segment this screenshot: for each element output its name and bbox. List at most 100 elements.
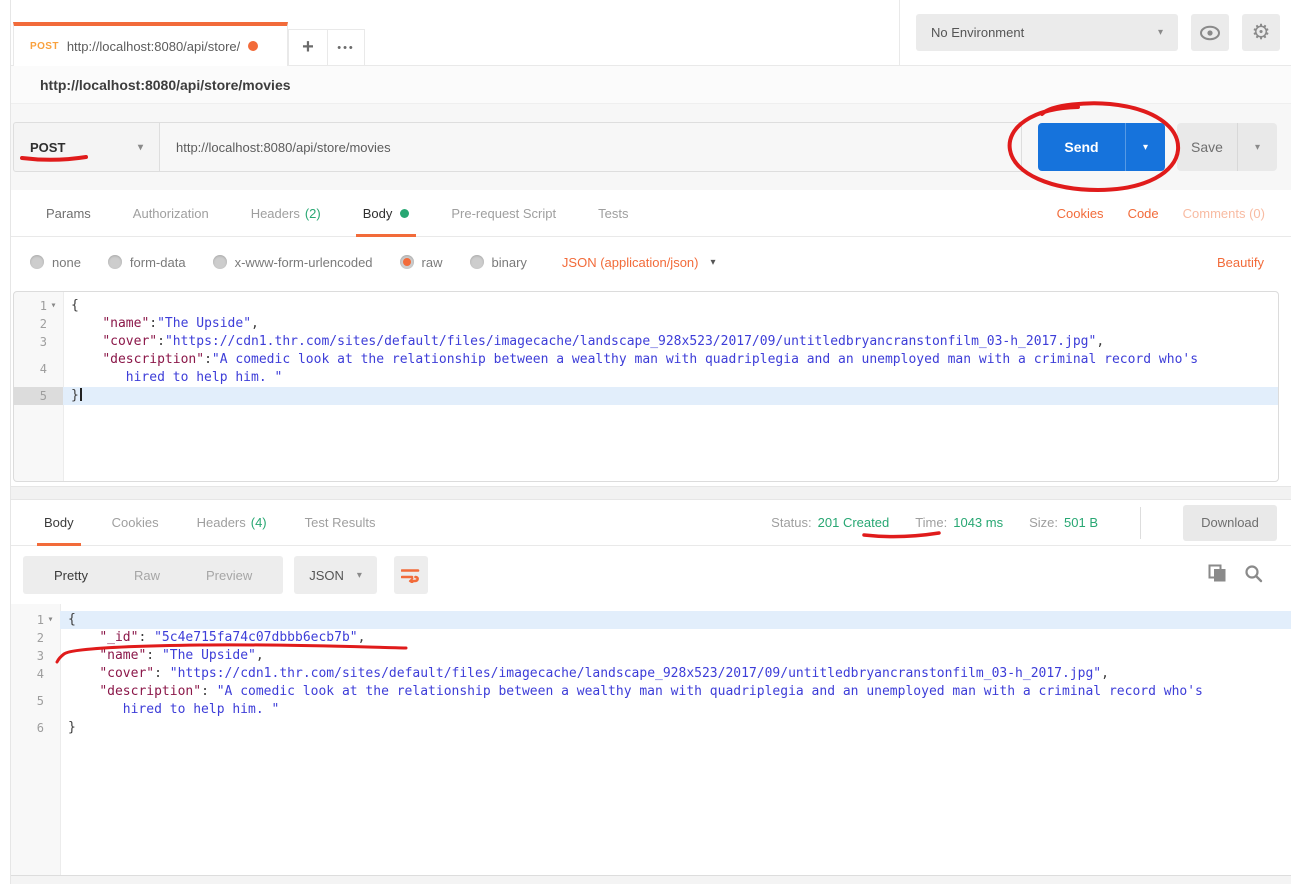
view-pretty[interactable]: Pretty xyxy=(31,568,111,583)
code-line-3[interactable]: 3 "name": "The Upside", xyxy=(11,647,1291,665)
view-raw[interactable]: Raw xyxy=(111,568,183,583)
request-tab-pre-request-script[interactable]: Pre-request Script xyxy=(430,190,577,236)
request-tab[interactable]: POST http://localhost:8080/api/store/ xyxy=(13,22,288,66)
response-body-viewer[interactable]: 1▾{2 "_id": "5c4e715fa74c07dbbb6ecb7b",3… xyxy=(11,604,1291,875)
radio-unselected-icon xyxy=(108,255,122,269)
text-cursor xyxy=(80,388,82,401)
wrap-lines-button[interactable] xyxy=(394,556,428,594)
body-mode-binary[interactable]: binary xyxy=(470,255,527,270)
tab-label: Test Results xyxy=(305,515,376,530)
response-actions xyxy=(1208,564,1291,586)
line-number: 5 xyxy=(14,387,63,405)
mode-label: none xyxy=(52,255,81,270)
settings-button[interactable]: ⚙ xyxy=(1242,14,1280,51)
view-preview[interactable]: Preview xyxy=(183,568,275,583)
body-mode-raw[interactable]: raw xyxy=(400,255,443,270)
tab-label: Pre-request Script xyxy=(451,206,556,221)
body-mode-row: none form-data x-www-form-urlencoded raw bin… xyxy=(11,237,1291,287)
header-right-controls: No Environment ▾ ⚙ xyxy=(899,0,1291,65)
line-number: 1▾ xyxy=(11,611,60,629)
code-line-2[interactable]: 2 "_id": "5c4e715fa74c07dbbb6ecb7b", xyxy=(11,629,1291,647)
body-set-dot-icon xyxy=(400,209,409,218)
request-tab-body[interactable]: Body xyxy=(342,190,431,236)
tab-label: Tests xyxy=(598,206,628,221)
section-divider[interactable] xyxy=(11,486,1291,500)
request-tab-params[interactable]: Params xyxy=(25,190,112,236)
code-text: "_id": "5c4e715fa74c07dbbb6ecb7b", xyxy=(60,629,1220,647)
postman-app: POST http://localhost:8080/api/store/ + … xyxy=(0,0,1291,884)
code-text: { xyxy=(63,297,1223,315)
save-options-button[interactable]: ▾ xyxy=(1237,123,1277,171)
code-line-4[interactable]: 4 "cover": "https://cdn1.thr.com/sites/d… xyxy=(11,665,1291,683)
chevron-down-icon: ▾ xyxy=(1255,142,1260,153)
environment-quick-look-button[interactable] xyxy=(1191,14,1229,51)
send-options-button[interactable]: ▾ xyxy=(1125,123,1165,171)
request-tab-authorization[interactable]: Authorization xyxy=(112,190,230,236)
body-mode-form-data[interactable]: form-data xyxy=(108,255,186,270)
more-tabs-button[interactable]: ••• xyxy=(327,29,365,66)
code-link[interactable]: Code xyxy=(1128,206,1159,221)
comments-0-link[interactable]: Comments (0) xyxy=(1183,206,1265,221)
cookies-link[interactable]: Cookies xyxy=(1057,206,1104,221)
body-mode-none[interactable]: none xyxy=(30,255,81,270)
request-tab-tests[interactable]: Tests xyxy=(577,190,649,236)
line-number: 6 xyxy=(11,719,60,737)
code-text: "name": "The Upside", xyxy=(60,647,1220,665)
environment-select[interactable]: No Environment ▾ xyxy=(916,14,1178,51)
response-tab-body[interactable]: Body xyxy=(25,500,93,545)
word-wrap-icon xyxy=(401,568,420,583)
line-number: 3 xyxy=(11,647,60,665)
line-number-text: 1 xyxy=(37,611,44,629)
code-line-1[interactable]: 1▾{ xyxy=(11,611,1291,629)
request-tab-headers[interactable]: Headers (2) xyxy=(230,190,342,236)
code-line-1[interactable]: 1▾{ xyxy=(14,297,1278,315)
content-type-select[interactable]: JSON (application/json) ▾ xyxy=(562,255,716,270)
code-line-5[interactable]: 5} xyxy=(14,387,1278,405)
save-button[interactable]: Save xyxy=(1177,123,1237,171)
tab-label: Headers xyxy=(251,206,300,221)
response-format-select[interactable]: JSON ▾ xyxy=(294,556,377,594)
copy-icon xyxy=(1208,564,1227,583)
method-value: POST xyxy=(30,140,65,155)
radio-unselected-icon xyxy=(470,255,484,269)
tab-count-badge: (2) xyxy=(305,206,321,221)
method-select[interactable]: POST ▾ xyxy=(13,122,160,172)
code-line-6[interactable]: 6} xyxy=(11,719,1291,737)
response-tab-test-results[interactable]: Test Results xyxy=(286,500,395,545)
request-title-row: http://localhost:8080/api/store/movies xyxy=(11,66,1291,104)
url-input[interactable]: http://localhost:8080/api/store/movies xyxy=(160,122,1022,172)
fold-arrow-icon[interactable]: ▾ xyxy=(44,611,57,629)
eye-icon xyxy=(1199,25,1221,41)
body-modes: none form-data x-www-form-urlencoded raw bin… xyxy=(30,255,554,270)
bottom-status-bar xyxy=(11,875,1291,884)
tab-label: Headers xyxy=(197,515,246,530)
code-line-3[interactable]: 3 "cover":"https://cdn1.thr.com/sites/de… xyxy=(14,333,1278,351)
meta-label: Time: xyxy=(915,515,947,530)
time-meta: Time:1043 ms xyxy=(915,515,1003,530)
beautify-link[interactable]: Beautify xyxy=(1217,255,1291,270)
response-tab-cookies[interactable]: Cookies xyxy=(93,500,178,545)
body-mode-x-www-form-urlencoded[interactable]: x-www-form-urlencoded xyxy=(213,255,373,270)
collapsed-sidebar[interactable] xyxy=(0,0,11,884)
fold-arrow-icon[interactable]: ▾ xyxy=(47,297,60,315)
tab-label: Params xyxy=(46,206,91,221)
radio-unselected-icon xyxy=(30,255,44,269)
copy-response-button[interactable] xyxy=(1208,564,1227,586)
new-tab-button[interactable]: + xyxy=(288,29,328,66)
download-button[interactable]: Download xyxy=(1183,505,1277,541)
code-line-4[interactable]: 4 "description":"A comedic look at the r… xyxy=(14,351,1278,387)
search-response-button[interactable] xyxy=(1244,564,1263,586)
code-text: } xyxy=(60,719,1220,737)
content-type-value: JSON (application/json) xyxy=(562,255,699,270)
gear-icon: ⚙ xyxy=(1252,22,1271,43)
code-line-2[interactable]: 2 "name":"The Upside", xyxy=(14,315,1278,333)
chevron-down-icon: ▾ xyxy=(138,142,143,153)
response-tab-headers[interactable]: Headers(4) xyxy=(178,500,286,545)
code-line-5[interactable]: 5 "description": "A comedic look at the … xyxy=(11,683,1291,719)
send-button[interactable]: Send xyxy=(1038,123,1125,171)
line-number: 2 xyxy=(11,629,60,647)
code-text: "cover": "https://cdn1.thr.com/sites/def… xyxy=(60,665,1220,683)
request-body-editor[interactable]: 1▾{2 "name":"The Upside",3 "cover":"http… xyxy=(13,291,1279,482)
request-builder-bar: POST ▾ http://localhost:8080/api/store/m… xyxy=(11,104,1291,190)
tab-bar: POST http://localhost:8080/api/store/ + … xyxy=(11,0,1291,66)
